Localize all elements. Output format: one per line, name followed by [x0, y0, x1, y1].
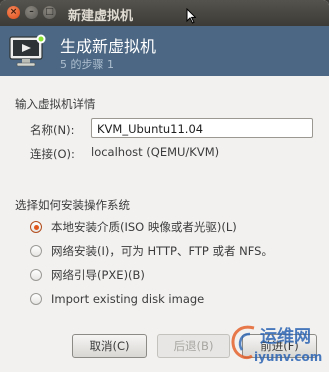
close-window-button[interactable]: ×	[7, 6, 20, 19]
radio-label: 网络安装(I)，可为 HTTP、FTP 或者 NFS。	[51, 244, 273, 258]
radio-button[interactable]	[30, 293, 42, 305]
connection-value: localhost (QEMU/KVM)	[91, 145, 220, 159]
install-option-local-media[interactable]: 本地安装介质(ISO 映像或者光驱)(L)	[30, 218, 237, 236]
site-watermark: 运维网 iyunv.com	[228, 318, 329, 372]
window-title: 新建虚拟机	[68, 9, 134, 24]
install-option-network-boot[interactable]: 网络引导(PXE)(B)	[30, 266, 145, 284]
back-button[interactable]: 后退(B)	[157, 334, 230, 358]
install-option-import-disk[interactable]: Import existing disk image	[30, 290, 204, 308]
cancel-button[interactable]: 取消(C)	[72, 334, 147, 358]
install-heading: 选择如何安装操作系统	[15, 198, 130, 212]
new-vm-dialog: × – □ 新建虚拟机 生成新虚拟机 5 的步骤 1 输入虚拟机详情 名称(N)…	[0, 0, 329, 372]
maximize-window-button[interactable]: □	[43, 6, 56, 19]
banner-title: 生成新虚拟机	[60, 37, 157, 56]
connection-label: 连接(O):	[30, 147, 75, 161]
radio-button[interactable]	[30, 221, 42, 233]
mouse-cursor-icon	[186, 8, 196, 24]
details-heading: 输入虚拟机详情	[15, 97, 96, 111]
watermark-text-cn: 运维网	[260, 327, 311, 347]
step-indicator: 5 的步骤 1	[60, 58, 114, 71]
radio-label: Import existing disk image	[51, 292, 205, 306]
radio-button[interactable]	[30, 269, 42, 281]
monitor-icon	[9, 34, 46, 67]
name-label: 名称(N):	[30, 123, 75, 137]
radio-label: 本地安装介质(ISO 映像或者光驱)(L)	[51, 220, 237, 234]
name-input[interactable]	[91, 118, 313, 138]
title-bar[interactable]: × – □ 新建虚拟机	[0, 0, 329, 26]
watermark-text-en: iyunv.com	[254, 350, 323, 364]
install-option-network-install[interactable]: 网络安装(I)，可为 HTTP、FTP 或者 NFS。	[30, 242, 273, 260]
radio-button[interactable]	[30, 245, 42, 257]
wizard-banner: 生成新虚拟机 5 的步骤 1	[0, 26, 329, 76]
minimize-window-button[interactable]: –	[25, 6, 38, 19]
radio-label: 网络引导(PXE)(B)	[51, 268, 145, 282]
